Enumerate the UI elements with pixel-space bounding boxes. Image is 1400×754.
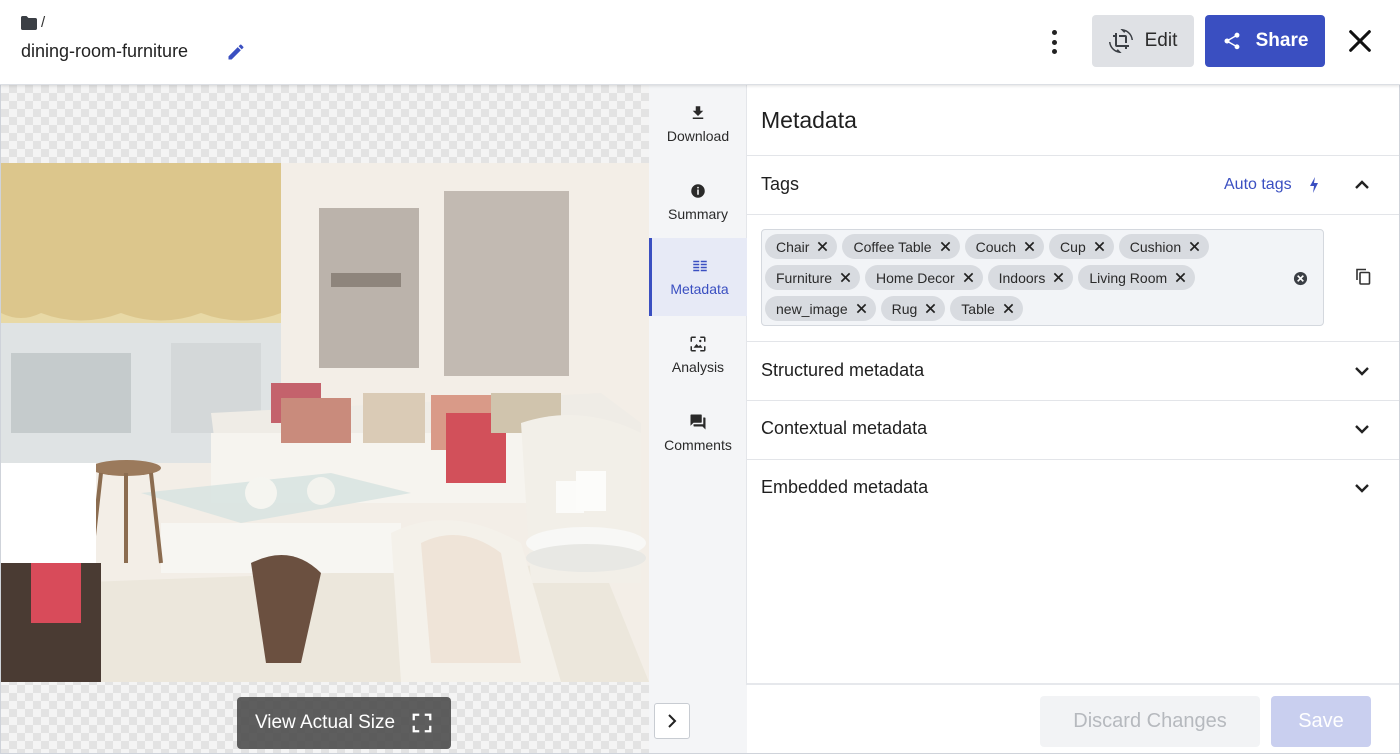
nav-item-summary[interactable]: Summary [649, 163, 747, 241]
tag-chip: Furniture [765, 265, 861, 290]
tag-chip: Coffee Table [842, 234, 960, 259]
breadcrumb-separator: / [41, 14, 46, 31]
tag-chip: Cup [1049, 234, 1114, 259]
remove-tag-icon[interactable] [1053, 272, 1064, 283]
close-icon[interactable] [1346, 27, 1374, 55]
tag-label: new_image [776, 300, 848, 317]
tag-chip: Cushion [1118, 234, 1210, 259]
tag-label: Living Room [1089, 269, 1168, 286]
remove-tag-icon[interactable] [817, 241, 828, 252]
tags-input[interactable]: Chair Coffee Table Couch Cup Cushion Fur… [761, 229, 1324, 326]
chevron-down-icon[interactable] [1353, 479, 1371, 497]
remove-tag-icon[interactable] [925, 303, 936, 314]
nav-item-comments[interactable]: Comments [649, 394, 747, 472]
save-button[interactable]: Save [1271, 696, 1371, 747]
remove-tag-icon[interactable] [1003, 303, 1014, 314]
edit-button-label: Edit [1144, 30, 1178, 51]
section-label: Contextual metadata [761, 418, 928, 438]
chevron-up-icon[interactable] [1353, 176, 1371, 194]
tag-chip: Indoors [987, 265, 1074, 290]
view-actual-size-button[interactable]: View Actual Size [237, 697, 451, 749]
image-preview: View Actual Size [1, 85, 649, 753]
tag-row: new_image Rug Table [765, 296, 1023, 321]
list-icon [692, 260, 707, 272]
divider [747, 214, 1399, 215]
tag-label: Table [961, 300, 995, 317]
tag-chip: Couch [964, 234, 1045, 259]
chevron-down-icon[interactable] [1353, 362, 1371, 380]
metadata-panel: Metadata Tags Auto tags Chair Coffee Tab… [747, 85, 1399, 753]
tags-section-header[interactable]: Tags Auto tags [747, 156, 1399, 214]
clear-all-tags-icon[interactable] [1293, 271, 1308, 286]
crop-rotate-icon [1108, 29, 1133, 53]
nav-item-label: Download [666, 128, 730, 144]
tag-label: Chair [776, 238, 810, 255]
comments-icon [690, 414, 706, 430]
tag-label: Rug [891, 300, 918, 317]
info-icon [691, 184, 705, 198]
tag-label: Cushion [1129, 238, 1182, 255]
tag-label: Cup [1060, 238, 1086, 255]
remove-tag-icon[interactable] [1189, 241, 1200, 252]
pencil-icon[interactable] [226, 42, 246, 62]
footer-divider [747, 683, 1399, 685]
edit-button[interactable]: Edit [1092, 15, 1194, 67]
nav-item-label: Metadata [670, 281, 729, 297]
remove-tag-icon[interactable] [1175, 272, 1186, 283]
tag-label: Indoors [998, 269, 1046, 286]
structured-metadata-section[interactable]: Structured metadata [747, 342, 1399, 400]
section-label: Structured metadata [761, 360, 925, 380]
tag-chip: Table [950, 296, 1023, 321]
tag-label: Coffee Table [853, 238, 932, 255]
view-actual-size-label: View Actual Size [254, 712, 396, 733]
embedded-metadata-section[interactable]: Embedded metadata [747, 459, 1399, 517]
remove-tag-icon[interactable] [1094, 241, 1105, 252]
living-room-photo [1, 163, 649, 682]
tag-row: Furniture Home Decor Indoors Living Room [765, 265, 1196, 290]
nav-item-metadata[interactable]: Metadata [649, 238, 747, 316]
nav-item-label: Comments [664, 437, 732, 453]
download-icon [692, 106, 704, 119]
panel-title: Metadata [761, 107, 857, 133]
expand-panel-button[interactable] [654, 703, 690, 739]
share-icon [1224, 32, 1240, 50]
nav-item-analysis[interactable]: Analysis [649, 316, 747, 394]
share-button[interactable]: Share [1205, 15, 1325, 67]
more-options-icon[interactable] [1042, 28, 1066, 56]
copy-icon[interactable] [1355, 268, 1371, 285]
tag-chip: Rug [880, 296, 946, 321]
remove-tag-icon[interactable] [1024, 241, 1035, 252]
tag-chip: Living Room [1078, 265, 1196, 290]
remove-tag-icon[interactable] [856, 303, 867, 314]
tag-chip: Chair [765, 234, 838, 259]
remove-tag-icon[interactable] [840, 272, 851, 283]
folder-icon [21, 15, 37, 30]
remove-tag-icon[interactable] [963, 272, 974, 283]
nav-item-label: Analysis [671, 359, 725, 375]
analysis-icon [690, 336, 706, 352]
tags-section-label: Tags [761, 174, 800, 194]
contextual-metadata-section[interactable]: Contextual metadata [747, 400, 1399, 458]
auto-tags-link[interactable]: Auto tags [1224, 176, 1292, 194]
tag-chip: Home Decor [865, 265, 983, 290]
section-label: Embedded metadata [761, 477, 929, 497]
tag-chip: new_image [765, 296, 876, 321]
breadcrumb[interactable]: / [21, 14, 45, 31]
tag-label: Couch [975, 238, 1017, 255]
asset-title: dining-room-furniture [21, 41, 189, 61]
nav-item-download[interactable]: Download [649, 85, 747, 163]
header: / dining-room-furniture Edit Share [0, 0, 1400, 85]
share-button-label: Share [1255, 30, 1309, 51]
bolt-icon [1310, 177, 1318, 193]
remove-tag-icon[interactable] [940, 241, 951, 252]
discard-changes-button[interactable]: Discard Changes [1040, 696, 1260, 747]
chevron-down-icon[interactable] [1353, 420, 1371, 438]
fullscreen-icon [412, 713, 432, 733]
tag-label: Furniture [776, 269, 833, 286]
nav-item-label: Summary [668, 206, 728, 222]
chevron-right-icon [668, 714, 677, 728]
side-nav: Download Summary Metadata Analysis Comme… [649, 85, 747, 685]
tag-row: Chair Coffee Table Couch Cup Cushion [765, 234, 1210, 259]
tag-label: Home Decor [876, 269, 955, 286]
